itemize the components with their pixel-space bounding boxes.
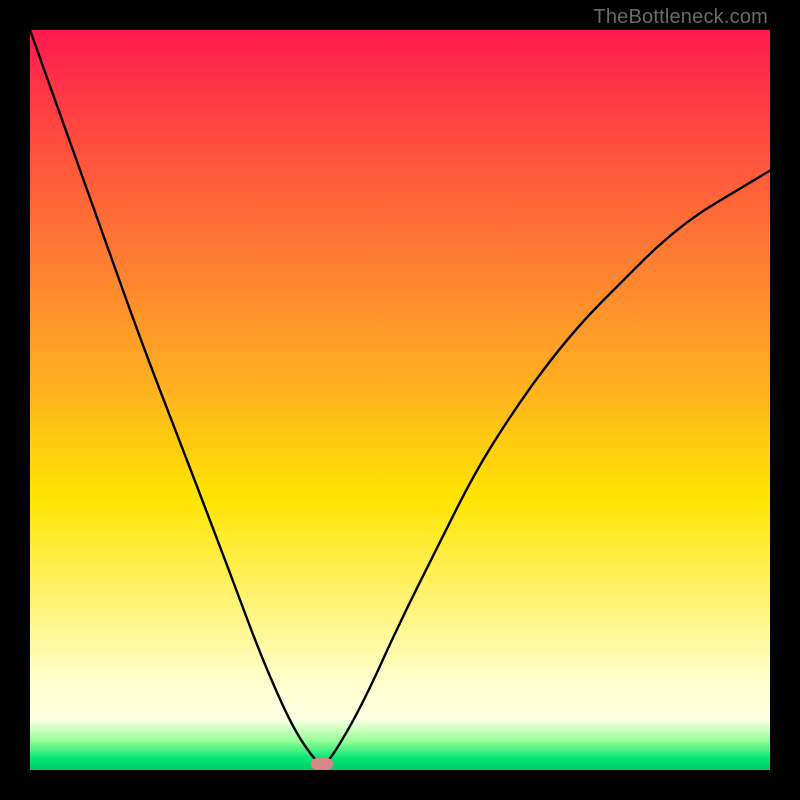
plot-area	[30, 30, 770, 770]
optimal-marker	[311, 758, 333, 770]
bottleneck-curve	[30, 30, 770, 770]
attribution-label: TheBottleneck.com	[593, 6, 768, 29]
chart-frame: TheBottleneck.com	[0, 0, 800, 800]
curve-path	[30, 30, 770, 764]
